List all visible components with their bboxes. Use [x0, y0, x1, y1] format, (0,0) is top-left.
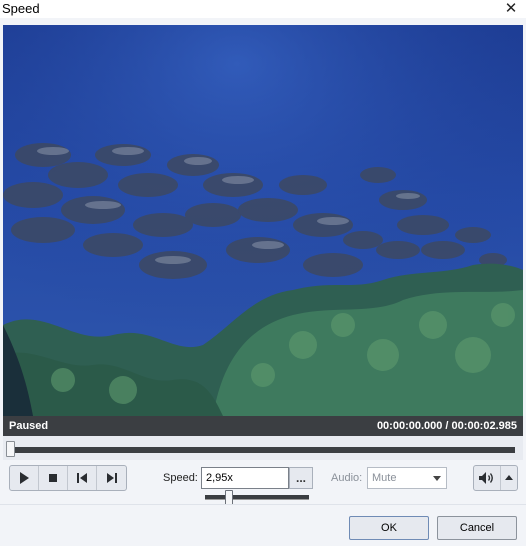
- volume-button[interactable]: [474, 466, 501, 490]
- ok-button[interactable]: OK: [349, 516, 429, 540]
- speed-slider[interactable]: [201, 490, 313, 505]
- play-icon: [20, 472, 29, 484]
- speed-slider-thumb[interactable]: [225, 490, 233, 505]
- chevron-down-icon: [433, 476, 441, 481]
- speed-more-button[interactable]: ...: [289, 467, 313, 489]
- seek-bar[interactable]: [3, 436, 523, 460]
- time-display: 00:00:00.000 / 00:00:02.985: [376, 420, 517, 432]
- volume-dropdown-button[interactable]: [501, 466, 517, 490]
- previous-frame-button[interactable]: [68, 466, 97, 490]
- dialog-content: Paused 00:00:00.000 / 00:00:02.985 Speed…: [0, 18, 526, 546]
- playback-controls: Speed: ... Audio: Mute: [3, 460, 523, 505]
- audio-label: Audio:: [331, 472, 363, 484]
- playback-state: Paused: [9, 420, 49, 432]
- title-bar: Speed ✕: [0, 0, 526, 18]
- previous-frame-icon: [77, 473, 87, 483]
- volume-dropdown-icon: [505, 475, 513, 480]
- stop-button[interactable]: [39, 466, 68, 490]
- audio-selected-value: Mute: [372, 472, 397, 484]
- window-title: Speed: [2, 1, 40, 16]
- speaker-icon: [479, 472, 493, 484]
- speed-label: Speed:: [163, 472, 198, 484]
- speed-slider-track[interactable]: [205, 495, 309, 499]
- cancel-button[interactable]: Cancel: [437, 516, 517, 540]
- seek-track[interactable]: [7, 447, 515, 453]
- audio-select[interactable]: Mute: [367, 467, 447, 489]
- video-frame-image: [3, 25, 523, 416]
- player-status-bar: Paused 00:00:00.000 / 00:00:02.985: [3, 416, 523, 436]
- next-frame-icon: [106, 473, 117, 483]
- transport-buttons: [9, 465, 127, 491]
- dialog-footer: OK Cancel: [0, 504, 526, 546]
- volume-control: [473, 465, 518, 491]
- close-icon[interactable]: ✕: [504, 1, 518, 16]
- video-preview: [3, 25, 523, 416]
- stop-icon: [49, 474, 57, 482]
- next-frame-button[interactable]: [97, 466, 126, 490]
- seek-thumb[interactable]: [6, 441, 15, 457]
- speed-input[interactable]: [201, 467, 289, 489]
- play-button[interactable]: [10, 466, 39, 490]
